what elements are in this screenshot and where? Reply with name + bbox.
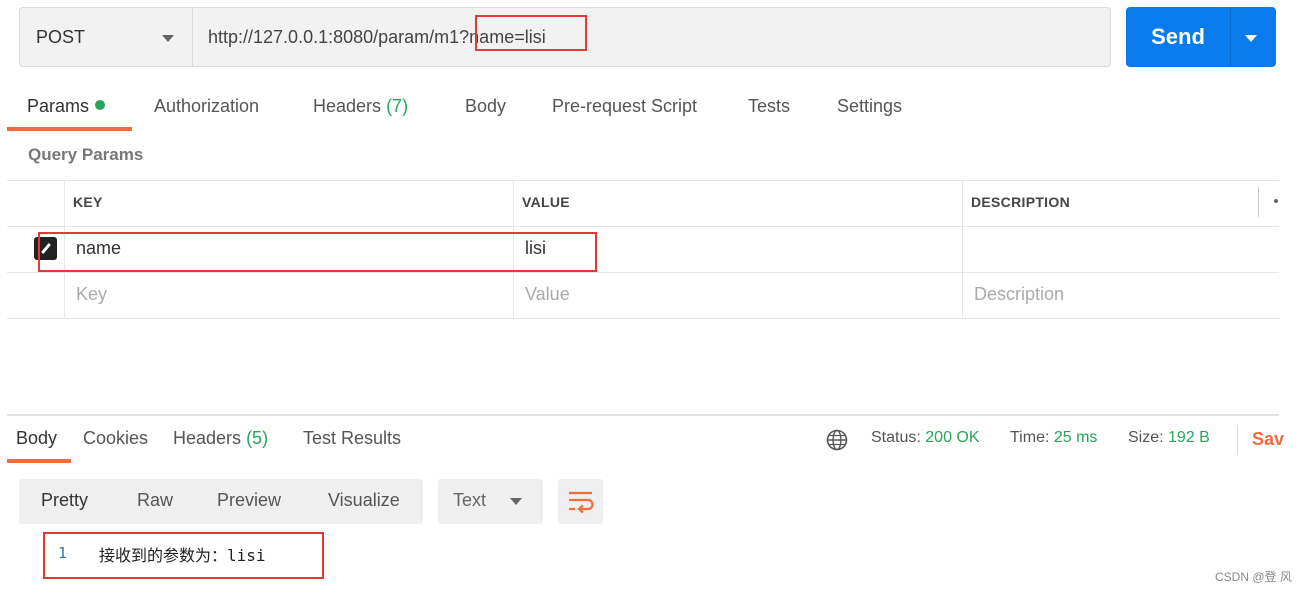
tab-headers[interactable]: Headers (7) [313,96,408,117]
chevron-down-icon [510,498,522,505]
method-label: POST [36,26,86,47]
table-col-divider [962,180,963,318]
table-border-top [7,180,1279,181]
table-header-divider [7,226,1279,227]
new-value-input[interactable]: Value [525,284,570,305]
response-tab-headers-count: (5) [246,428,269,448]
status-value: 200 OK [925,429,980,446]
tab-params[interactable]: Params [27,96,106,117]
format-visualize-button[interactable]: Visualize [328,490,400,511]
tab-settings[interactable]: Settings [837,96,902,117]
response-size: Size: 192 B [1128,429,1210,447]
tab-params-label: Params [27,96,90,116]
time-value: 25 ms [1053,429,1098,446]
response-tab-headers-label: Headers [173,428,242,448]
time-label: Time: [1010,429,1050,446]
tab-headers-count: (7) [386,96,409,116]
chevron-down-icon[interactable] [1245,35,1257,42]
response-tab-cookies[interactable]: Cookies [83,428,148,449]
tab-tests[interactable]: Tests [748,96,790,117]
response-tab-body[interactable]: Body [16,428,57,449]
active-response-tab-indicator [7,459,71,463]
save-response-button[interactable]: Sav [1252,429,1284,450]
response-type-select[interactable]: Text [438,479,543,524]
url-query-highlight [475,15,587,51]
url-input[interactable]: http://127.0.0.1:8080/param/m1?name=lisi [192,7,1111,67]
method-select[interactable]: POST [19,7,193,67]
response-type-label: Text [453,490,487,510]
column-header-value: VALUE [522,194,570,210]
watermark: CSDN @登 风 [1215,570,1292,584]
param-row-highlight [38,232,597,272]
tab-prerequest-script[interactable]: Pre-request Script [552,96,697,117]
new-description-input[interactable]: Description [974,284,1064,305]
response-tab-headers[interactable]: Headers (5) [173,428,268,449]
response-tab-test-results[interactable]: Test Results [303,428,401,449]
format-raw-button[interactable]: Raw [137,490,173,511]
query-params-title: Query Params [28,145,144,164]
status-label: Status: [871,429,921,446]
save-separator [1237,425,1238,455]
tab-headers-label: Headers [313,96,382,116]
tab-authorization[interactable]: Authorization [154,96,259,117]
table-row-divider [7,272,1279,273]
column-header-description: DESCRIPTION [971,194,1070,210]
more-options-icon[interactable] [1274,199,1278,203]
wrap-lines-button[interactable] [558,479,603,524]
format-pretty-button[interactable]: Pretty [41,490,88,511]
size-value: 192 B [1168,429,1210,446]
tab-body[interactable]: Body [465,96,506,117]
param-description-cell[interactable] [974,238,1254,262]
active-dot-icon [95,100,106,110]
send-divider [1230,7,1231,67]
column-header-key: KEY [73,194,103,210]
chevron-down-icon [162,35,174,42]
table-border-bottom [7,318,1279,319]
wrap-lines-icon [569,491,594,514]
globe-icon[interactable] [826,429,848,451]
format-preview-button[interactable]: Preview [217,490,281,511]
response-time: Time: 25 ms [1010,429,1097,447]
response-body-highlight [43,532,324,579]
send-button[interactable]: Send [1126,7,1276,67]
active-tab-indicator [7,127,132,131]
size-label: Size: [1128,429,1164,446]
send-label: Send [1151,24,1205,49]
response-status: Status: 200 OK [871,429,980,447]
pane-divider[interactable] [7,414,1279,416]
new-key-input[interactable]: Key [76,284,107,305]
column-resize-handle[interactable] [1258,187,1259,217]
